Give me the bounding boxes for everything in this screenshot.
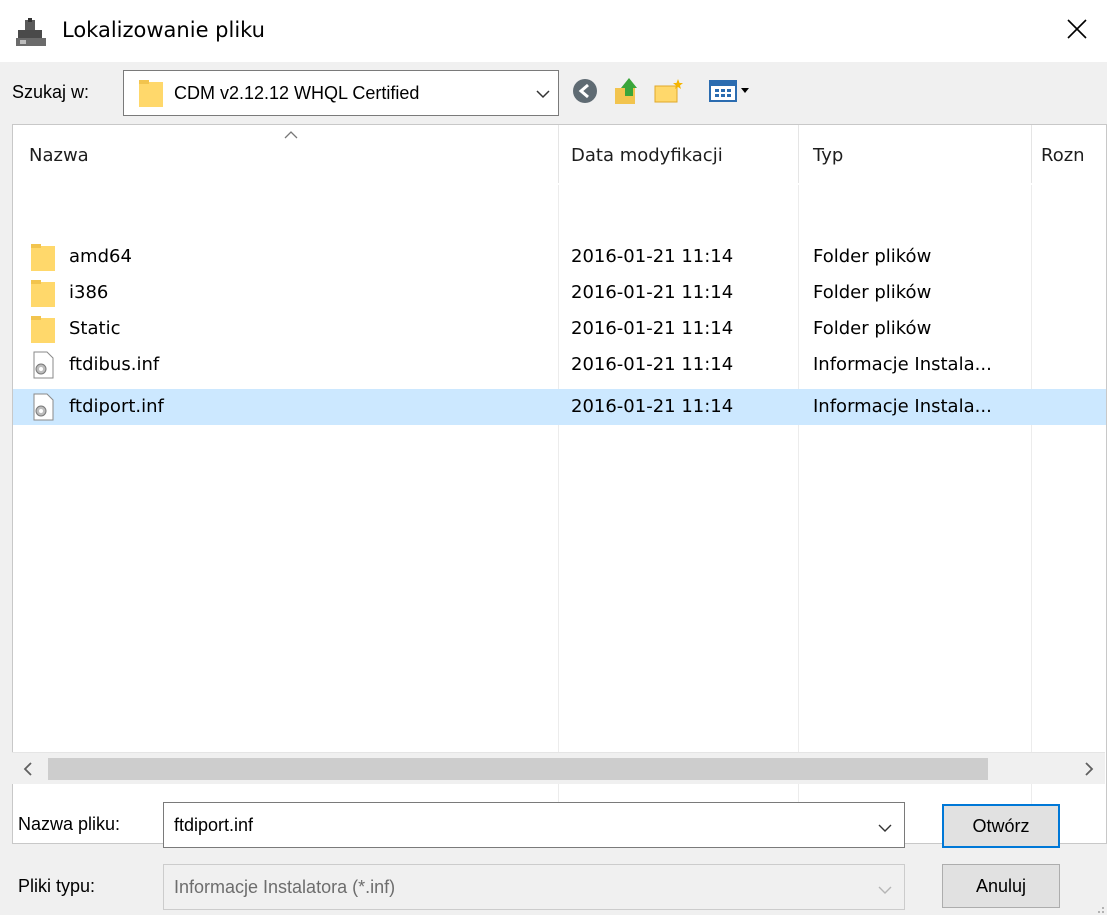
close-button[interactable]	[1047, 0, 1107, 62]
file-date: 2016-01-21 11:14	[571, 246, 734, 267]
column-header-name[interactable]: Nazwa	[29, 145, 89, 166]
view-menu-icon	[708, 79, 758, 108]
file-name: amd64	[69, 246, 132, 267]
file-type: Folder plików	[813, 246, 932, 267]
scrollbar-thumb[interactable]	[48, 758, 988, 780]
filetype-value: Informacje Instalatora (*.inf)	[174, 877, 396, 897]
file-row-selected[interactable]: ftdiport.inf 2016-01-21 11:14 Informacje…	[13, 389, 1106, 425]
file-dialog: Szukaj w: CDM v2.12.12 WHQL Certified Na…	[0, 62, 1107, 915]
device-installer-icon	[14, 18, 48, 48]
file-type: Informacje Instala...	[813, 396, 992, 417]
column-header-size[interactable]: Rozn	[1041, 145, 1085, 166]
close-icon	[1066, 18, 1088, 45]
chevron-down-icon	[536, 87, 550, 99]
file-name: ftdibus.inf	[69, 354, 160, 375]
chevron-down-icon[interactable]	[878, 820, 892, 832]
file-row[interactable]: amd64 2016-01-21 11:14 Folder plików	[13, 239, 1106, 275]
file-type: Informacje Instala...	[813, 354, 992, 375]
cancel-button[interactable]: Anuluj	[942, 864, 1060, 908]
up-folder-button[interactable]	[612, 76, 642, 110]
file-row[interactable]: Static 2016-01-21 11:14 Folder plików	[13, 311, 1106, 347]
column-divider[interactable]	[1031, 125, 1032, 183]
look-in-label: Szukaj w:	[12, 82, 90, 102]
sort-ascending-icon	[283, 127, 299, 139]
look-in-combobox[interactable]: CDM v2.12.12 WHQL Certified	[123, 70, 559, 116]
view-menu-button[interactable]	[706, 76, 760, 110]
column-divider[interactable]	[558, 125, 559, 183]
scroll-right-icon[interactable]	[1079, 759, 1099, 779]
column-header-date[interactable]: Data modyfikacji	[571, 145, 723, 166]
file-date: 2016-01-21 11:14	[571, 354, 734, 375]
folder-icon	[31, 315, 55, 343]
resize-grip-icon[interactable]	[1093, 901, 1105, 913]
back-button[interactable]	[570, 76, 600, 110]
filetype-select: Informacje Instalatora (*.inf)	[163, 864, 905, 910]
filename-label: Nazwa pliku:	[18, 814, 121, 834]
file-name: i386	[69, 282, 109, 303]
file-name: Static	[69, 318, 121, 339]
filetype-label: Pliki typu:	[18, 876, 96, 896]
file-type: Folder plików	[813, 318, 932, 339]
file-row[interactable]: ftdibus.inf 2016-01-21 11:14 Informacje …	[13, 347, 1106, 383]
title-bar: Lokalizowanie pliku	[0, 0, 1107, 62]
horizontal-scrollbar[interactable]	[12, 752, 1105, 784]
folder-icon	[31, 243, 55, 271]
setup-info-file-icon	[31, 351, 55, 379]
folder-icon	[31, 279, 55, 307]
column-divider[interactable]	[798, 125, 799, 183]
file-list[interactable]: Nazwa Data modyfikacji Typ Rozn amd64 20…	[12, 124, 1107, 844]
look-in-value: CDM v2.12.12 WHQL Certified	[174, 83, 420, 103]
filename-input[interactable]: ftdiport.inf	[163, 802, 905, 848]
setup-info-file-icon	[31, 393, 55, 421]
column-header-type[interactable]: Typ	[813, 145, 843, 166]
window-title: Lokalizowanie pliku	[62, 18, 265, 42]
file-row[interactable]: i386 2016-01-21 11:14 Folder plików	[13, 275, 1106, 311]
file-date: 2016-01-21 11:14	[571, 396, 734, 417]
back-icon	[572, 78, 598, 109]
chevron-down-icon	[878, 882, 892, 894]
file-date: 2016-01-21 11:14	[571, 318, 734, 339]
up-folder-icon	[613, 76, 641, 111]
file-type: Folder plików	[813, 282, 932, 303]
open-button[interactable]: Otwórz	[942, 804, 1060, 848]
new-folder-button[interactable]	[654, 76, 684, 110]
folder-icon	[139, 80, 163, 107]
file-name: ftdiport.inf	[69, 396, 164, 417]
filename-value: ftdiport.inf	[174, 815, 254, 835]
scroll-left-icon[interactable]	[18, 759, 38, 779]
file-date: 2016-01-21 11:14	[571, 282, 734, 303]
new-folder-icon	[654, 77, 684, 110]
